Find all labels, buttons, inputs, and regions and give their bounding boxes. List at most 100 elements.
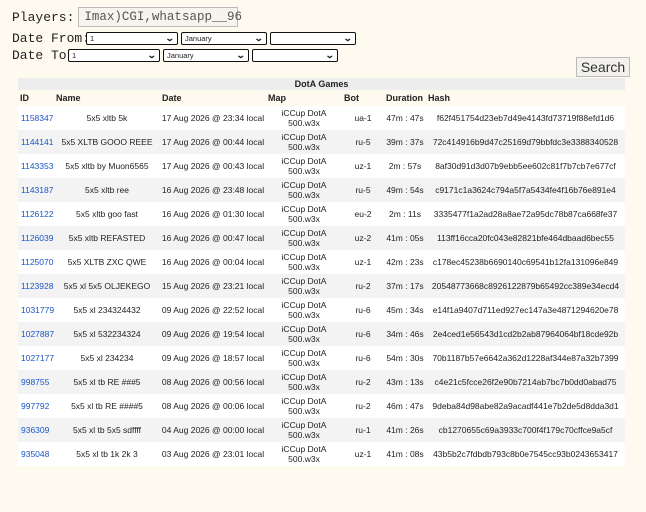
- game-map: iCCup DotA 500.w3x: [266, 370, 342, 394]
- players-input[interactable]: Imax)CGI,whatsapp__96: [78, 7, 242, 27]
- game-id-link[interactable]: 1125070: [18, 250, 54, 274]
- chevron-down-icon: ⌄: [343, 33, 354, 43]
- table-caption: DotA Games: [18, 78, 625, 90]
- header-id: ID: [18, 90, 54, 106]
- game-map: iCCup DotA 500.w3x: [266, 154, 342, 178]
- game-id-link[interactable]: 935048: [18, 442, 54, 466]
- game-duration: 42m : 23s: [384, 250, 426, 274]
- game-duration: 41m : 05s: [384, 226, 426, 250]
- header-bot: Bot: [342, 90, 384, 106]
- game-date: 17 Aug 2026 @ 00:44 local: [160, 130, 266, 154]
- game-duration: 39m : 37s: [384, 130, 426, 154]
- game-id-link[interactable]: 1027887: [18, 322, 54, 346]
- game-id-link[interactable]: 1031779: [18, 298, 54, 322]
- game-id-link[interactable]: 998755: [18, 370, 54, 394]
- game-id-link[interactable]: 1027177: [18, 346, 54, 370]
- filter-form: Players: Imax)CGI,whatsapp__96 Date From…: [12, 4, 359, 64]
- game-map: iCCup DotA 500.w3x: [266, 418, 342, 442]
- game-duration: 37m : 17s: [384, 274, 426, 298]
- game-duration: 41m : 08s: [384, 442, 426, 466]
- game-map-line1: iCCup DotA: [281, 203, 327, 214]
- game-duration: 43m : 13s: [384, 370, 426, 394]
- game-bot: uz-2: [342, 226, 384, 250]
- game-date: 03 Aug 2026 @ 23:01 local: [160, 442, 266, 466]
- game-hash: 113ff16cca20fc043e82821bfe464dbaad6bec55: [426, 226, 625, 250]
- game-hash: 8af30d91d3d07b9ebb5ee602c81f7b7cb7e677cf: [426, 154, 625, 178]
- search-button[interactable]: Search: [576, 57, 630, 77]
- game-name: 5x5 xl tb 1k 2k 3: [54, 442, 160, 466]
- to-day-select[interactable]: 1 ⌄: [68, 49, 160, 62]
- game-bot: ru-6: [342, 346, 384, 370]
- to-day-value: 1: [72, 51, 77, 60]
- game-date: 09 Aug 2026 @ 22:52 local: [160, 298, 266, 322]
- game-bot: uz-1: [342, 154, 384, 178]
- from-day-value: 1: [90, 34, 95, 43]
- table-row: 1123928 5x5 xl 5x5 OLJEKEGO 15 Aug 2026 @ …: [18, 274, 625, 298]
- players-row: Players: Imax)CGI,whatsapp__96: [12, 4, 359, 30]
- game-map-line2: 500.w3x: [288, 334, 320, 344]
- game-map-line1: iCCup DotA: [281, 299, 327, 310]
- game-bot: uz-1: [342, 250, 384, 274]
- game-id-link[interactable]: 1143353: [18, 154, 54, 178]
- game-id-link[interactable]: 936309: [18, 418, 54, 442]
- game-date: 15 Aug 2026 @ 23:21 local: [160, 274, 266, 298]
- game-map-line1: iCCup DotA: [281, 275, 327, 286]
- game-bot: ru-2: [342, 274, 384, 298]
- game-id-link[interactable]: 1123928: [18, 274, 54, 298]
- game-bot: ru-6: [342, 298, 384, 322]
- game-hash: e14f1a9407d711ed927ec147a3e4871294620e78: [426, 298, 625, 322]
- game-id-link[interactable]: 1126039: [18, 226, 54, 250]
- from-year-select[interactable]: ⌄: [270, 32, 356, 45]
- game-name: 5x5 xltb REFASTED: [54, 226, 160, 250]
- game-map-line2: 500.w3x: [288, 118, 320, 128]
- game-id-link[interactable]: 997792: [18, 394, 54, 418]
- date-from-label: Date From:: [12, 31, 91, 46]
- game-hash: 20548773668c8926122879b65492cc389e34ecd4: [426, 274, 625, 298]
- game-map-line2: 500.w3x: [288, 430, 320, 440]
- game-name: 5x5 XLTB ZXC QWE: [54, 250, 160, 274]
- game-bot: ru-5: [342, 130, 384, 154]
- game-map-line2: 500.w3x: [288, 214, 320, 224]
- game-map-line1: iCCup DotA: [281, 131, 327, 142]
- header-row: ID Name Date Map Bot Duration Hash: [18, 90, 625, 106]
- game-map: iCCup DotA 500.w3x: [266, 226, 342, 250]
- players-label: Players:: [12, 9, 75, 25]
- table-row: 1158347 5x5 xltb 5k 17 Aug 2026 @ 23:34 lo…: [18, 106, 625, 130]
- game-name: 5x5 xl 234234: [54, 346, 160, 370]
- game-id-link[interactable]: 1126122: [18, 202, 54, 226]
- game-bot: ru-1: [342, 418, 384, 442]
- game-id-link[interactable]: 1158347: [18, 106, 54, 130]
- table-row: 1143353 5x5 xltb by Muon6565 17 Aug 2026 @…: [18, 154, 625, 178]
- game-date: 08 Aug 2026 @ 00:56 local: [160, 370, 266, 394]
- game-map-line1: iCCup DotA: [281, 155, 327, 166]
- game-date: 17 Aug 2026 @ 00:43 local: [160, 154, 266, 178]
- game-id-link[interactable]: 1143187: [18, 178, 54, 202]
- to-year-select[interactable]: ⌄: [252, 49, 338, 62]
- game-map-line2: 500.w3x: [288, 310, 320, 320]
- game-map-line2: 500.w3x: [288, 454, 320, 464]
- from-day-select[interactable]: 1 ⌄: [86, 32, 178, 45]
- game-hash: f62f451754d23eb7d49e4143fd73719f88efd1d6: [426, 106, 625, 130]
- game-map-line2: 500.w3x: [288, 286, 320, 296]
- game-name: 5x5 xl tb 5x5 sdffff: [54, 418, 160, 442]
- game-hash: 9deba84d98abe82a9acadf441e7b2de5d8dda3d1: [426, 394, 625, 418]
- from-month-select[interactable]: January ⌄: [181, 32, 267, 45]
- table-row: 1027887 5x5 xl 532234324 09 Aug 2026 @ 19:…: [18, 322, 625, 346]
- game-name: 5x5 XLTB GOOO REEE: [54, 130, 160, 154]
- game-map: iCCup DotA 500.w3x: [266, 130, 342, 154]
- game-map-line1: iCCup DotA: [281, 179, 327, 190]
- game-duration: 54m : 30s: [384, 346, 426, 370]
- game-id-link[interactable]: 1144141: [18, 130, 54, 154]
- game-date: 09 Aug 2026 @ 18:57 local: [160, 346, 266, 370]
- game-bot: uz-1: [342, 442, 384, 466]
- to-month-select[interactable]: January ⌄: [163, 49, 249, 62]
- game-map-line2: 500.w3x: [288, 382, 320, 392]
- game-map: iCCup DotA 500.w3x: [266, 250, 342, 274]
- game-hash: 70b1187b57e6642a362d1228af344e87a32b7399: [426, 346, 625, 370]
- game-name: 5x5 xl tb RE ###5: [54, 370, 160, 394]
- table-row: 935048 5x5 xl tb 1k 2k 3 03 Aug 2026 @ 23:…: [18, 442, 625, 466]
- game-map-line2: 500.w3x: [288, 262, 320, 272]
- table-row: 1027177 5x5 xl 234234 09 Aug 2026 @ 18:57 …: [18, 346, 625, 370]
- header-map: Map: [266, 90, 342, 106]
- game-duration: 2m : 57s: [384, 154, 426, 178]
